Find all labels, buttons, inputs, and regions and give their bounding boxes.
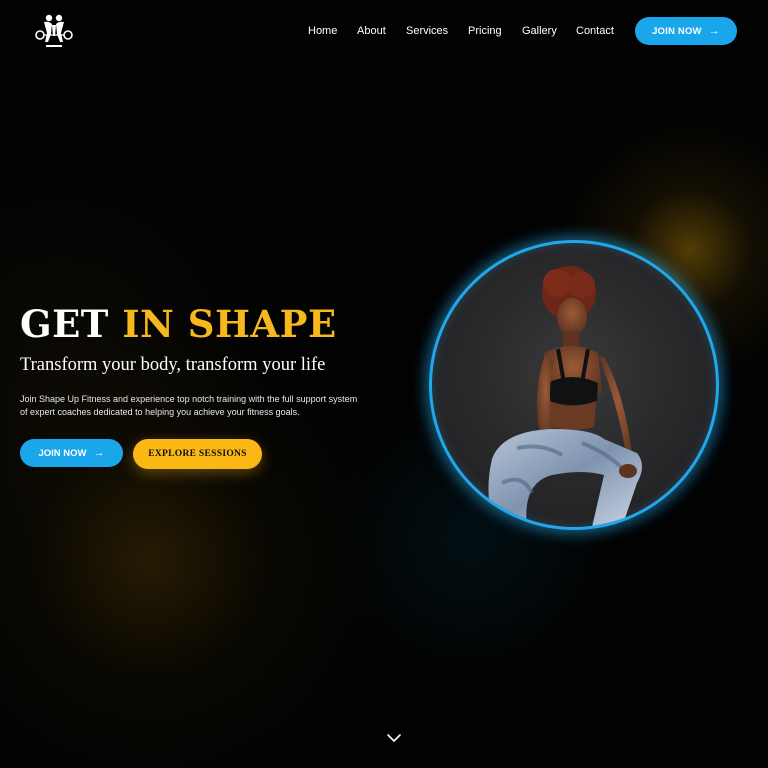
hero-title-white: GET [20,302,109,346]
explore-sessions-label: EXPLORE SESSIONS [148,449,247,459]
hero-join-now-button[interactable]: JOIN NOW → [20,439,123,467]
fitness-logo-icon[interactable] [30,12,78,50]
landing-page: Home About Services Pricing Gallery Cont… [0,0,768,768]
hero-title-accent: IN SHAPE [122,302,337,346]
nav-gallery[interactable]: Gallery [522,25,557,37]
nav-about[interactable]: About [357,25,386,37]
explore-sessions-button[interactable]: EXPLORE SESSIONS [133,439,262,469]
nav-contact[interactable]: Contact [576,25,614,37]
hero-description: Join Shape Up Fitness and experience top… [20,394,358,417]
arrow-right-icon: → [708,24,720,37]
hero-join-now-label: JOIN NOW [38,447,87,459]
athlete-photo [429,240,719,530]
arrow-right-icon: → [93,446,105,459]
nav-home[interactable]: Home [308,25,337,37]
hero-title: GET IN SHAPE [20,302,337,346]
athlete-illustration [488,266,642,527]
nav-services[interactable]: Services [406,25,448,37]
chevron-down-icon[interactable] [386,731,402,743]
header-join-now-label: JOIN NOW [652,25,702,37]
nav-pricing[interactable]: Pricing [468,25,502,37]
hero-subtitle: Transform your body, transform your life [20,355,326,375]
header-join-now-button[interactable]: JOIN NOW → [635,17,737,45]
